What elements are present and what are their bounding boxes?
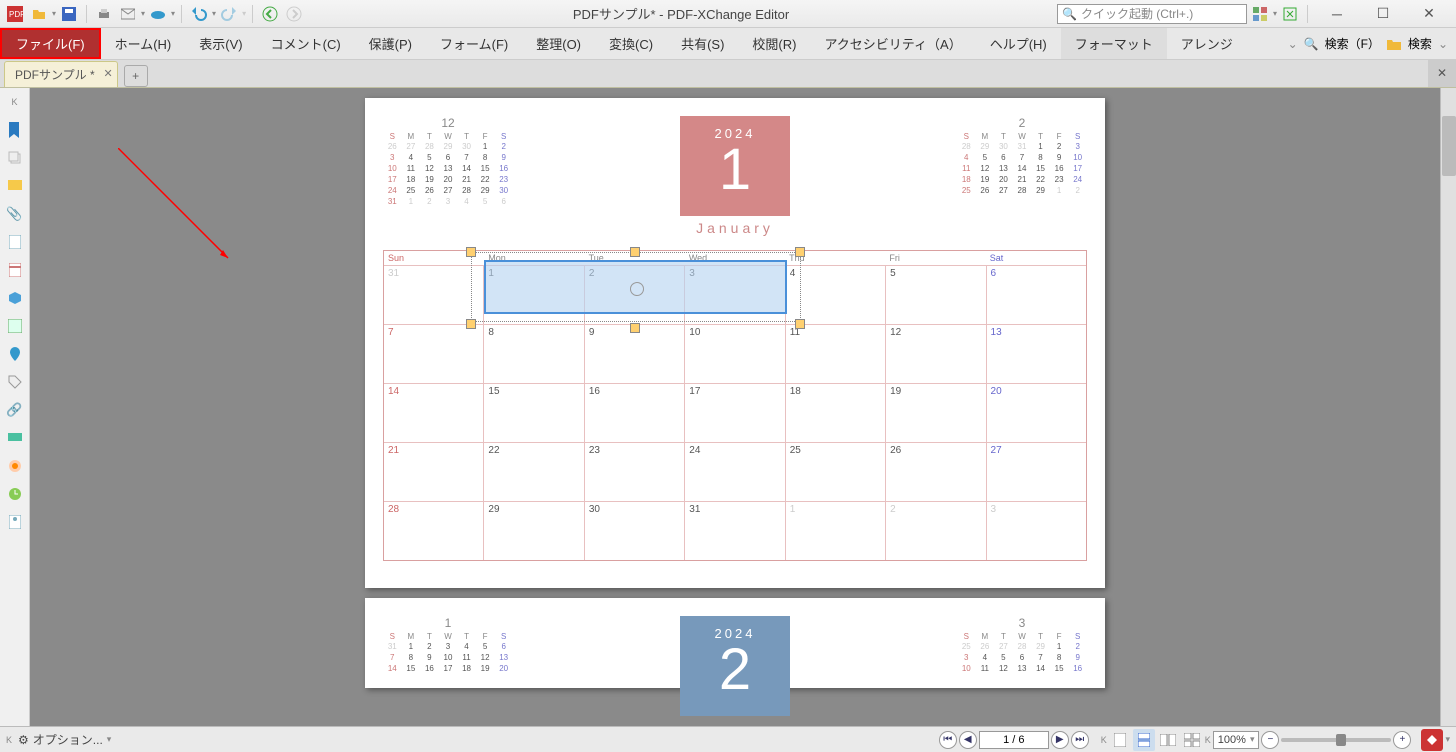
resize-handle-n[interactable] xyxy=(630,247,640,257)
menu-accessibility[interactable]: アクセシビリティ（A） xyxy=(810,28,975,59)
menu-file[interactable]: ファイル(F) xyxy=(0,28,101,59)
menu-comment[interactable]: コメント(C) xyxy=(257,28,355,59)
open-icon[interactable] xyxy=(28,3,50,25)
undo-icon[interactable] xyxy=(188,3,210,25)
mail-icon[interactable] xyxy=(117,3,139,25)
single-page-icon[interactable] xyxy=(1109,729,1131,751)
menu-view[interactable]: 表示(V) xyxy=(185,28,256,59)
window-title: PDFサンプル* - PDF-XChange Editor xyxy=(305,4,1057,23)
mini-cal-prev: 12 SMTWTFS262728293012345678910111213141… xyxy=(383,116,513,207)
mini-cal-next: 2 SMTWTFS2829303112345678910111213141516… xyxy=(957,116,1087,196)
zoom-out-button[interactable]: − xyxy=(1261,731,1279,749)
new-tab-button[interactable]: + xyxy=(124,65,148,87)
zoom-in-button[interactable]: + xyxy=(1393,731,1411,749)
vertical-scrollbar[interactable] xyxy=(1440,88,1456,726)
sign-tool-icon[interactable] xyxy=(5,316,25,336)
annotation-arrow xyxy=(118,148,238,268)
close-button[interactable]: ✕ xyxy=(1406,0,1452,28)
menu-search-small[interactable]: 検索 xyxy=(1408,35,1432,52)
nav-fwd-icon[interactable] xyxy=(283,3,305,25)
find-icon[interactable]: 🔍 xyxy=(1304,37,1319,51)
skip-first-icon[interactable]: K xyxy=(5,92,25,112)
mini-cal-prev2: 1 SMTWTFS3112345678910111213141516171819… xyxy=(383,616,513,674)
zoom-combo[interactable]: 100%▾ xyxy=(1213,731,1260,749)
redo-icon[interactable] xyxy=(218,3,240,25)
svg-text:PDF: PDF xyxy=(9,10,23,19)
bookmark-tool-icon[interactable] xyxy=(5,120,25,140)
resize-handle-se[interactable] xyxy=(795,319,805,329)
tab-close-icon[interactable]: ✕ xyxy=(103,67,112,80)
document-tab[interactable]: PDFサンプル * ✕ xyxy=(4,61,118,87)
brand-badge-icon[interactable] xyxy=(1421,729,1443,751)
gear-icon: ⚙ xyxy=(18,733,29,747)
tabs-close-button[interactable]: ✕ xyxy=(1428,59,1456,87)
menu-arrange[interactable]: アレンジ xyxy=(1167,28,1247,59)
layers-tool-icon[interactable] xyxy=(5,260,25,280)
nav-back-icon[interactable] xyxy=(259,3,281,25)
save-icon[interactable] xyxy=(58,3,80,25)
options-button[interactable]: ⚙ オプション... ▾ xyxy=(18,731,111,748)
menu-review[interactable]: 校閲(R) xyxy=(738,28,810,59)
attach-tool-icon[interactable]: 📎 xyxy=(5,204,25,224)
zoom-slider[interactable] xyxy=(1281,738,1391,742)
redact-tool-icon[interactable] xyxy=(5,428,25,448)
cloud-icon[interactable] xyxy=(147,3,169,25)
prev-page-button[interactable]: ◀ xyxy=(959,731,977,749)
copy-tool-icon[interactable] xyxy=(5,148,25,168)
menu-organize[interactable]: 整理(O) xyxy=(522,28,595,59)
menu-search-big[interactable]: 検索（F） xyxy=(1325,35,1380,52)
two-page-icon[interactable] xyxy=(1157,729,1179,751)
menu-protect[interactable]: 保護(P) xyxy=(355,28,426,59)
menu-form[interactable]: フォーム(F) xyxy=(426,28,522,59)
ui-options-icon[interactable] xyxy=(1249,3,1271,25)
selection-rect[interactable] xyxy=(484,260,787,314)
print-icon[interactable] xyxy=(93,3,115,25)
link-tool-icon[interactable]: 🔗 xyxy=(5,400,25,420)
history-tool-icon[interactable] xyxy=(5,484,25,504)
stamp-tool-icon[interactable] xyxy=(5,456,25,476)
menu-convert[interactable]: 変換(C) xyxy=(595,28,667,59)
next-page-button[interactable]: ▶ xyxy=(1051,731,1069,749)
app-icon[interactable]: PDF xyxy=(4,3,26,25)
document-canvas[interactable]: 12 SMTWTFS262728293012345678910111213141… xyxy=(30,88,1440,726)
geo-tool-icon[interactable] xyxy=(5,344,25,364)
fullscreen-icon[interactable] xyxy=(1279,3,1301,25)
resize-handle-sw[interactable] xyxy=(466,319,476,329)
menu-bar: ファイル(F) ホーム(H) 表示(V) コメント(C) 保護(P) フォーム(… xyxy=(0,28,1456,60)
month-badge: 2024 1 xyxy=(680,116,790,216)
accessibility-tool-icon[interactable] xyxy=(5,512,25,532)
last-page-button[interactable]: ⏭ xyxy=(1071,731,1089,749)
menu-share[interactable]: 共有(S) xyxy=(667,28,738,59)
selection-center-icon xyxy=(630,282,644,296)
mini-cal-next2: 3 SMTWTFS2526272829123456789101112131415… xyxy=(957,616,1087,674)
tag-tool-icon[interactable] xyxy=(5,372,25,392)
page-2: 1 SMTWTFS3112345678910111213141516171819… xyxy=(365,598,1105,688)
page-input[interactable] xyxy=(979,731,1049,749)
left-toolbar: K 📎 🔗 xyxy=(0,88,30,726)
month-badge-feb: 2024 2 xyxy=(680,616,790,716)
first-page-button[interactable]: ⏮ xyxy=(939,731,957,749)
quick-access-toolbar: PDF ▾ ▾ ▾ ▾ ▾ xyxy=(0,3,305,25)
3d-tool-icon[interactable] xyxy=(5,288,25,308)
quick-launch-input[interactable]: 🔍 クイック起動 (Ctrl+.) xyxy=(1057,4,1247,24)
menu-help[interactable]: ヘルプ(H) xyxy=(976,28,1061,59)
menu-home[interactable]: ホーム(H) xyxy=(101,28,186,59)
menu-format[interactable]: フォーマット xyxy=(1061,28,1167,59)
title-bar: PDF ▾ ▾ ▾ ▾ ▾ PDFサンプル* - PDF-XChange Edi… xyxy=(0,0,1456,28)
resize-handle-nw[interactable] xyxy=(466,247,476,257)
document-tabs: PDFサンプル * ✕ + ✕ xyxy=(0,60,1456,88)
maximize-button[interactable]: ☐ xyxy=(1360,0,1406,28)
minimize-button[interactable]: ─ xyxy=(1314,0,1360,28)
resize-handle-ne[interactable] xyxy=(795,247,805,257)
page-tool-icon[interactable] xyxy=(5,232,25,252)
note-tool-icon[interactable] xyxy=(5,176,25,196)
two-continuous-icon[interactable] xyxy=(1181,729,1203,751)
work-area: K 📎 🔗 12 SMTWTFS262728293012345678910111… xyxy=(0,88,1456,726)
folder-search-icon[interactable] xyxy=(1386,37,1402,51)
status-bar: K ⚙ オプション... ▾ ⏮ ◀ ▶ ⏭ K K 100%▾ − + ▾ xyxy=(0,726,1456,752)
search-icon: 🔍 xyxy=(1062,7,1077,21)
resize-handle-s[interactable] xyxy=(630,323,640,333)
continuous-page-icon[interactable] xyxy=(1133,729,1155,751)
page-1: 12 SMTWTFS262728293012345678910111213141… xyxy=(365,98,1105,588)
